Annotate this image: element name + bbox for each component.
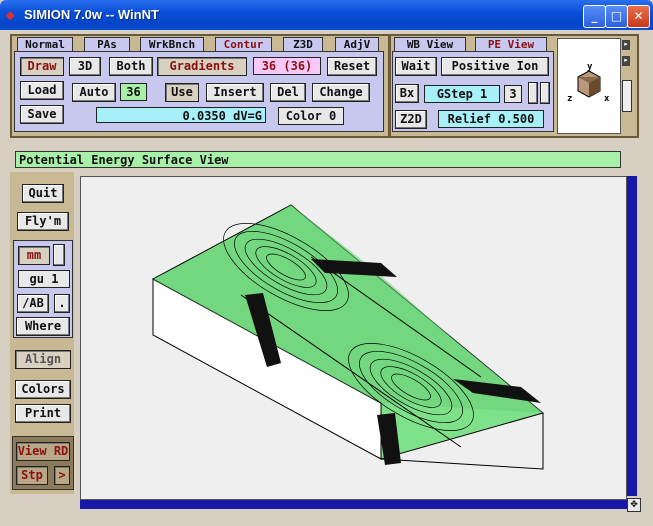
view-rd-button[interactable]: View RD: [16, 442, 70, 461]
mm-button[interactable]: mm: [18, 246, 50, 265]
color-field[interactable]: Color 0: [278, 107, 344, 125]
del-button[interactable]: Del: [270, 83, 306, 102]
window-title: SIMION 7.0w -- WinNT: [24, 7, 159, 22]
draw-button[interactable]: Draw: [20, 57, 64, 76]
arrow-icon[interactable]: ▸: [622, 56, 630, 66]
potential-energy-view[interactable]: [80, 176, 627, 500]
auto-button[interactable]: Auto: [72, 83, 116, 102]
change-button[interactable]: Change: [312, 83, 370, 102]
horizontal-scrollbar[interactable]: [80, 500, 627, 509]
gu-field[interactable]: gu 1: [18, 270, 70, 288]
gstep-number-field[interactable]: 3: [504, 85, 522, 103]
tab-adjv[interactable]: AdjV: [335, 37, 379, 51]
orientation-cube-icon: y z x: [567, 62, 610, 104]
save-button[interactable]: Save: [20, 105, 64, 124]
gradients-button[interactable]: Gradients: [157, 57, 247, 76]
insert-button[interactable]: Insert: [206, 83, 264, 102]
load-button[interactable]: Load: [20, 81, 64, 100]
use-button[interactable]: Use: [165, 83, 199, 102]
gstep-slider-right[interactable]: [540, 82, 550, 104]
reset-button[interactable]: Reset: [327, 57, 377, 76]
gstep-slider-left[interactable]: [528, 82, 538, 104]
relief-field[interactable]: Relief 0.500: [438, 110, 544, 128]
dv-value-field[interactable]: 0.0350 dV=G: [96, 107, 266, 123]
both-button[interactable]: Both: [109, 57, 153, 76]
pe-surface-plot: [151, 204, 545, 470]
gstep-field[interactable]: GStep 1: [424, 85, 500, 103]
z2d-button[interactable]: Z2D: [395, 110, 427, 129]
tab-pas[interactable]: PAs: [84, 37, 130, 51]
tab-wb-view[interactable]: WB View: [394, 37, 466, 51]
dot-button[interactable]: .: [54, 294, 70, 313]
pin-icon[interactable]: ▸: [622, 40, 630, 50]
wait-button[interactable]: Wait: [395, 57, 437, 76]
tab-wrkbnch[interactable]: WrkBnch: [140, 37, 204, 51]
ab-button[interactable]: /AB: [17, 294, 49, 313]
tab-z3d[interactable]: Z3D: [283, 37, 323, 51]
stp-button[interactable]: Stp: [16, 466, 48, 485]
vertical-scrollbar[interactable]: [627, 176, 637, 496]
colors-button[interactable]: Colors: [15, 380, 71, 399]
mm-toggle[interactable]: [53, 244, 65, 266]
move-grip-icon[interactable]: ✥: [627, 498, 641, 512]
flym-button[interactable]: Fly'm: [17, 212, 69, 231]
quit-button[interactable]: Quit: [22, 184, 64, 203]
axis-z-label: z: [567, 94, 572, 104]
app-icon: ⬥: [6, 8, 15, 22]
print-button[interactable]: Print: [15, 404, 71, 423]
close-button[interactable]: ✕: [627, 5, 650, 28]
pe-surface-shade: [153, 205, 543, 413]
where-button[interactable]: Where: [16, 317, 70, 336]
orientation-view[interactable]: y z x: [557, 38, 621, 134]
auto-value-field[interactable]: 36: [120, 83, 147, 101]
tab-pe-view[interactable]: PE View: [475, 37, 547, 51]
status-bar: Potential Energy Surface View: [15, 151, 621, 168]
minimize-button[interactable]: _: [583, 5, 606, 28]
positive-ion-button[interactable]: Positive Ion: [441, 57, 549, 76]
tab-normal[interactable]: Normal: [17, 37, 73, 51]
title-bar: ⬥ SIMION 7.0w -- WinNT _ □ ✕: [0, 0, 653, 30]
tab-contur[interactable]: Contur: [215, 37, 272, 51]
stp-next-button[interactable]: >: [54, 466, 70, 485]
maximize-button[interactable]: □: [605, 5, 628, 28]
bx-button[interactable]: Bx: [395, 84, 419, 103]
orientation-scrollbar[interactable]: [622, 80, 632, 112]
contour-count-field[interactable]: 36 (36): [253, 57, 321, 75]
app-window: ⬥ SIMION 7.0w -- WinNT _ □ ✕ Normal PAs …: [0, 0, 653, 526]
3d-button[interactable]: 3D: [69, 57, 101, 76]
axis-x-label: x: [604, 94, 610, 104]
align-button[interactable]: Align: [15, 350, 71, 369]
axis-y-label: y: [587, 62, 593, 72]
